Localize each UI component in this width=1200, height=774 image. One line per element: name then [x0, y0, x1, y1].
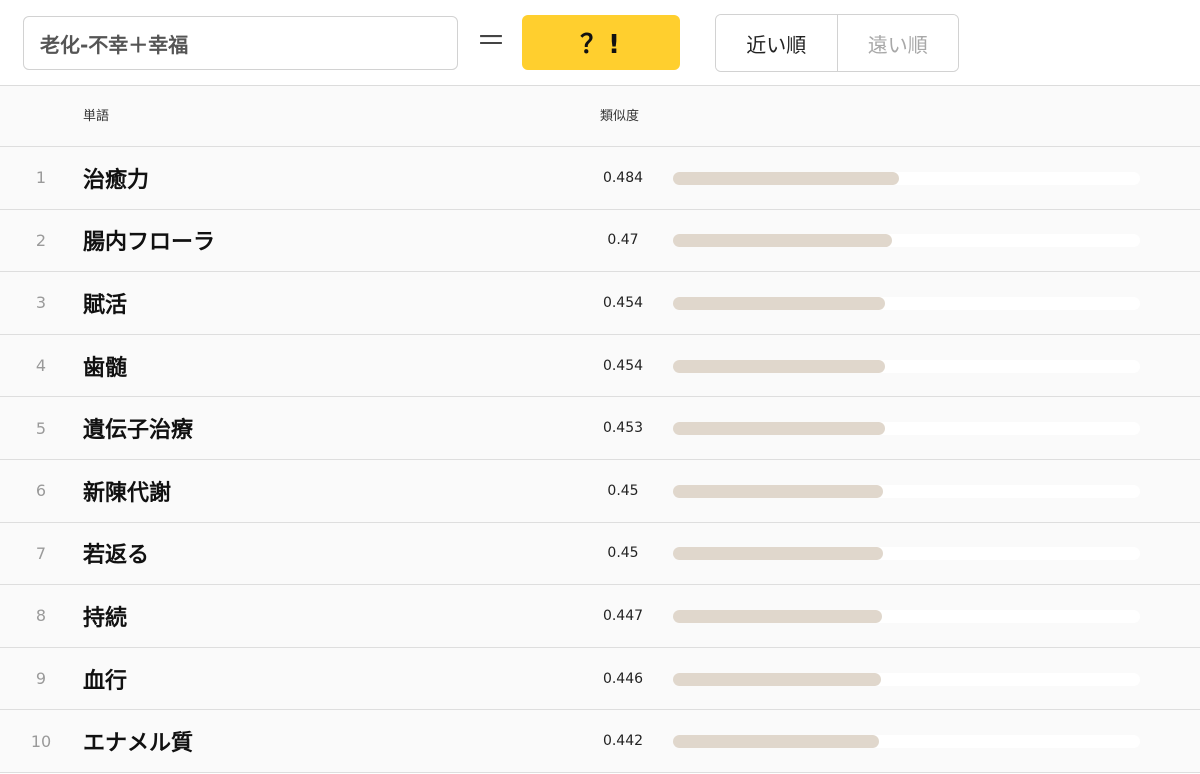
similarity-score: 0.45: [607, 482, 639, 499]
similarity-bar-fill: [673, 672, 882, 686]
rank-number: 3: [35, 293, 47, 313]
similarity-score: 0.484: [602, 169, 644, 186]
rank-number: 10: [30, 731, 52, 751]
similarity-bar-fill: [673, 171, 900, 185]
results-table: 単語 類似度 1 治癒力 0.484 2 腸内フローラ 0.47 3 賦活 0.454 4 歯髄 0.…: [0, 86, 1200, 773]
similarity-bar-fill: [673, 547, 884, 561]
similarity-score: 0.442: [602, 733, 644, 750]
similarity-bar-track: [673, 484, 1140, 498]
rank-number: 5: [35, 418, 47, 438]
rank-number: 1: [35, 168, 47, 188]
table-body: 1 治癒力 0.484 2 腸内フローラ 0.47 3 賦活 0.454 4 歯髄 0.454 5 遺伝子…: [0, 147, 1200, 773]
similarity-bar-track: [673, 672, 1140, 686]
rank-number: 7: [35, 543, 47, 563]
table-row[interactable]: 5 遺伝子治療 0.453: [0, 397, 1200, 460]
sort-toggle: 近い順 遠い順: [715, 14, 959, 72]
equals-sign: ＝: [476, 24, 506, 59]
similarity-bar-fill: [673, 296, 886, 310]
similarity-score: 0.453: [602, 420, 644, 437]
similarity-bar-fill: [673, 735, 880, 749]
sort-farthest-button[interactable]: 遠い順: [836, 15, 958, 71]
similarity-bar-fill: [673, 422, 885, 436]
rank-number: 6: [35, 481, 47, 501]
similarity-score: 0.47: [607, 232, 639, 249]
result-word[interactable]: 持続: [83, 585, 127, 647]
rank-number: 4: [35, 356, 47, 376]
query-input[interactable]: [23, 16, 458, 70]
word-column-header: 単語: [83, 109, 110, 124]
solve-button[interactable]: ？!: [522, 15, 680, 70]
similarity-bar-track: [673, 422, 1140, 436]
table-row[interactable]: 3 賦活 0.454: [0, 272, 1200, 335]
similarity-bar-fill: [673, 609, 882, 623]
table-row[interactable]: 10 エナメル質 0.442: [0, 710, 1200, 773]
similarity-score: 0.446: [602, 670, 644, 687]
table-row[interactable]: 8 持続 0.447: [0, 585, 1200, 648]
result-word[interactable]: 若返る: [83, 523, 149, 585]
table-row[interactable]: 2 腸内フローラ 0.47: [0, 209, 1200, 273]
similarity-bar-track: [673, 359, 1140, 373]
similarity-bar-track: [673, 171, 1140, 185]
table-row[interactable]: 9 血行 0.446: [0, 647, 1200, 711]
sort-nearest-button[interactable]: 近い順: [716, 15, 837, 71]
result-word[interactable]: 遺伝子治療: [83, 397, 193, 459]
similarity-bar-track: [673, 609, 1140, 623]
similarity-bar-track: [673, 735, 1140, 749]
result-word[interactable]: 治癒力: [83, 147, 149, 209]
similarity-score: 0.45: [607, 545, 639, 562]
table-row[interactable]: 7 若返る 0.45: [0, 522, 1200, 586]
similarity-score: 0.447: [602, 607, 644, 624]
table-header: 単語 類似度: [0, 86, 1200, 147]
table-row[interactable]: 4 歯髄 0.454: [0, 334, 1200, 398]
similarity-column-header: 類似度: [600, 109, 640, 124]
similarity-score: 0.454: [602, 357, 644, 374]
result-word[interactable]: 賦活: [83, 272, 127, 334]
similarity-bar-fill: [673, 234, 893, 248]
similarity-bar-track: [673, 547, 1140, 561]
table-row[interactable]: 1 治癒力 0.484: [0, 147, 1200, 210]
rank-number: 9: [35, 669, 47, 689]
result-word[interactable]: 血行: [83, 648, 127, 710]
rank-number: 8: [35, 606, 47, 626]
result-word[interactable]: 腸内フローラ: [83, 210, 215, 272]
similarity-score: 0.454: [602, 294, 644, 311]
similarity-bar-fill: [673, 359, 886, 373]
rank-number: 2: [35, 230, 47, 250]
similarity-bar-fill: [673, 484, 884, 498]
result-word[interactable]: 新陳代謝: [83, 460, 171, 522]
top-bar: ＝ ？! 近い順 遠い順: [0, 0, 1200, 86]
result-word[interactable]: 歯髄: [83, 335, 127, 397]
result-word[interactable]: エナメル質: [83, 710, 193, 772]
table-row[interactable]: 6 新陳代謝 0.45: [0, 459, 1200, 523]
similarity-bar-track: [673, 234, 1140, 248]
similarity-bar-track: [673, 296, 1140, 310]
